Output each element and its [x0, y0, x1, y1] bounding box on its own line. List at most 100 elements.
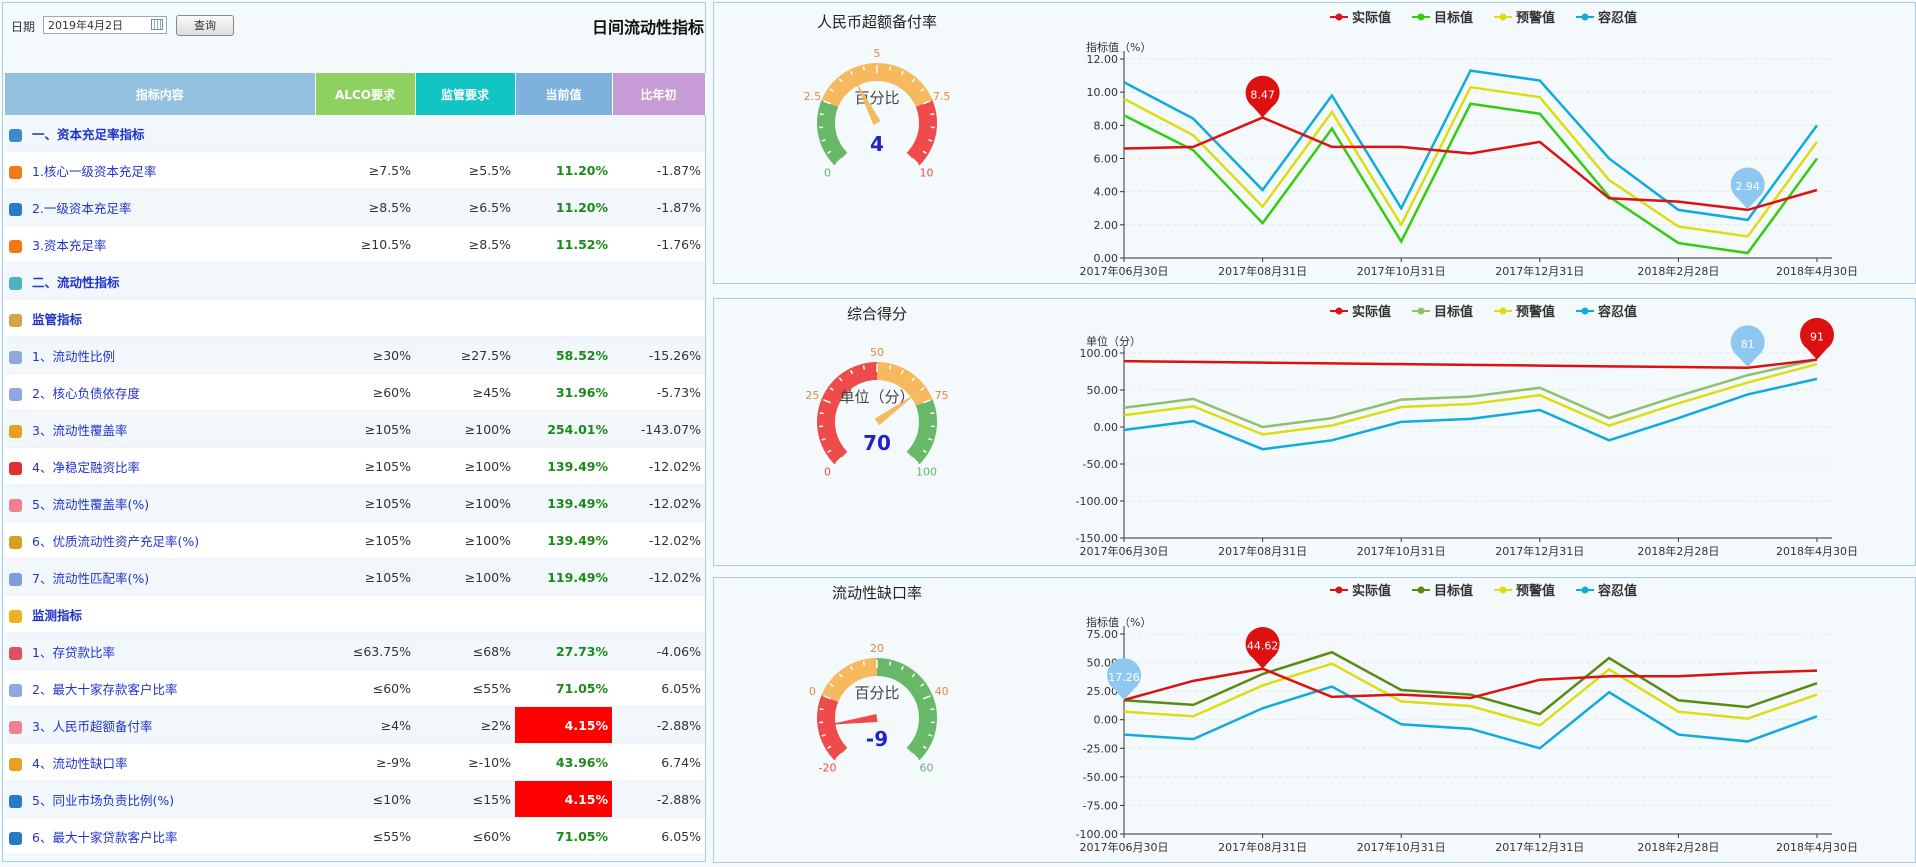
- current-value: 4.15%: [515, 706, 612, 744]
- panel-composite-score: 综合得分 0 25 50 75 100 单位（分） 70 实际值 目标值 预警值 容忍值 单位（分） -1…: [713, 298, 1916, 566]
- legend-item-0[interactable]: 实际值: [1330, 10, 1391, 26]
- gauge-title: 流动性缺口率: [832, 584, 922, 602]
- table-row[interactable]: 1.核心一级资本充足率 ≥7.5% ≥5.5% 11.20% -1.87%: [5, 151, 705, 189]
- legend-label: 目标值: [1434, 10, 1473, 26]
- indicator-name[interactable]: 5、流动性覆盖率(%): [32, 497, 149, 512]
- legend-item-2[interactable]: 预警值: [1494, 304, 1555, 320]
- indicator-name[interactable]: 3.资本充足率: [32, 238, 106, 253]
- x-tick-label: 2018年2月28日: [1637, 840, 1719, 854]
- gauge-band-2: [906, 100, 937, 166]
- alco-value: ≤63.75%: [315, 632, 415, 670]
- x-tick-label: 2018年2月28日: [1637, 264, 1719, 278]
- series-line-0[interactable]: [1123, 116, 1818, 212]
- current-value: 58.52%: [515, 336, 612, 374]
- section-row[interactable]: 监测指标: [5, 595, 705, 633]
- table-row[interactable]: 2、最大十家存款客户比率 ≤60% ≤55% 71.05% 6.05%: [5, 669, 705, 707]
- legend-label: 容忍值: [1597, 304, 1637, 320]
- indicator-name[interactable]: 5、同业市场负责比例(%): [32, 793, 174, 808]
- series-line-2[interactable]: [1123, 362, 1818, 436]
- pin-label: 91: [1810, 331, 1824, 344]
- calendar-icon[interactable]: [151, 19, 163, 30]
- table-row[interactable]: 3、流动性覆盖率 ≥105% ≥100% 254.01% -143.07%: [5, 410, 705, 448]
- edit-icon: [9, 572, 22, 586]
- legend-item-3[interactable]: 容忍值: [1576, 304, 1637, 320]
- indicator-name[interactable]: 4、流动性缺口率: [32, 756, 127, 771]
- indicator-name[interactable]: 2、核心负债依存度: [32, 386, 140, 401]
- y-tick-label: -50.00: [1083, 458, 1118, 471]
- indicator-name-cell: 6、最大十家贷款客户比率: [5, 817, 315, 855]
- gauge-unit-label: 百分比: [854, 684, 899, 702]
- gauge-tick: [888, 661, 892, 666]
- indicator-name[interactable]: 2、最大十家存款客户比率: [32, 682, 177, 697]
- alco-value: ≥7.5%: [315, 151, 415, 189]
- indicator-name[interactable]: 1.核心一级资本充足率: [32, 164, 156, 179]
- series-line-3[interactable]: [1123, 69, 1819, 222]
- indicator-name[interactable]: 1、流动性比例: [32, 349, 115, 364]
- legend-item-2[interactable]: 预警值: [1494, 583, 1555, 599]
- table-row[interactable]: 1、存贷款比率 ≤63.75% ≤68% 27.73% -4.06%: [5, 632, 705, 670]
- table-row[interactable]: 2.一级资本充足率 ≥8.5% ≥6.5% 11.20% -1.87%: [5, 188, 705, 226]
- table-row[interactable]: 5、流动性覆盖率(%) ≥105% ≥100% 139.49% -12.02%: [5, 484, 705, 522]
- alco-value: ≥60%: [315, 373, 415, 411]
- indicator-name[interactable]: 1、存贷款比率: [32, 645, 115, 660]
- table-row[interactable]: 7、流动性匹配率(%) ≥105% ≥100% 119.49% -12.02%: [5, 558, 705, 596]
- table-header-row: 指标内容 ALCO要求 监管要求 当前值 比年初: [5, 73, 706, 115]
- value-pin-marker[interactable]: 81: [1730, 325, 1765, 368]
- table-row[interactable]: 5、同业市场负责比例(%) ≤10% ≤15% 4.15% -2.88%: [5, 780, 705, 818]
- x-tick-label: 2017年08月31日: [1218, 544, 1307, 558]
- table-row[interactable]: 4、净稳定融资比率 ≥105% ≥100% 139.49% -12.02%: [5, 447, 705, 485]
- yoy-change: [612, 115, 705, 152]
- table-row[interactable]: 1、流动性比例 ≥30% ≥27.5% 58.52% -15.26%: [5, 336, 705, 374]
- gauge-tick-label: 2.5: [804, 90, 822, 103]
- indicator-name[interactable]: 2.一级资本充足率: [32, 201, 131, 216]
- series-line-1[interactable]: [1123, 650, 1818, 716]
- table-row[interactable]: 6、优质流动性资产充足率(%) ≥105% ≥100% 139.49% -12.02%: [5, 521, 705, 559]
- legend-marker: [1499, 13, 1507, 21]
- legend-item-0[interactable]: 实际值: [1330, 304, 1391, 320]
- legend-item-1[interactable]: 目标值: [1412, 583, 1473, 599]
- current-value: 71.05%: [515, 669, 612, 707]
- legend-label: 容忍值: [1597, 583, 1637, 599]
- legend-item-0[interactable]: 实际值: [1330, 583, 1391, 599]
- indicator-name[interactable]: 7、流动性匹配率(%): [32, 571, 149, 586]
- table-row[interactable]: 6、最大十家贷款客户比率 ≤55% ≤60% 71.05% 6.05%: [5, 817, 705, 855]
- indicator-name-cell: 二、流动性指标: [5, 262, 315, 300]
- legend-item-2[interactable]: 预警值: [1494, 10, 1555, 26]
- indicator-name[interactable]: 4、净稳定融资比率: [32, 460, 140, 475]
- yoy-change: -12.02%: [612, 447, 705, 485]
- y-tick-label: 8.00: [1094, 119, 1119, 132]
- regulatory-value: ≥100%: [415, 558, 515, 596]
- query-button[interactable]: 查询: [176, 15, 234, 36]
- legend-item-1[interactable]: 目标值: [1412, 304, 1473, 320]
- indicator-name[interactable]: 6、优质流动性资产充足率(%): [32, 534, 199, 549]
- series-line-0[interactable]: [1123, 358, 1818, 370]
- table-row[interactable]: 3、人民币超额备付率 ≥4% ≥2% 4.15% -2.88%: [5, 706, 705, 744]
- current-value: 11.52%: [515, 225, 612, 263]
- indicator-name[interactable]: 3、人民币超额备付率: [32, 719, 152, 734]
- excess-reserve-charts: 人民币超额备付率02.557.510百分比4实际值 目标值 预警值 容忍值指标值（%）…: [804, 10, 1858, 278]
- date-input[interactable]: 2019年4月2日: [43, 16, 167, 34]
- gauge-tick-label: 40: [935, 685, 949, 698]
- legend-item-1[interactable]: 目标值: [1412, 10, 1473, 26]
- section-row[interactable]: 一、资本充足率指标: [5, 115, 705, 152]
- table-row[interactable]: 4、流动性缺口率 ≥-9% ≥-10% 43.96% 6.74%: [5, 743, 705, 781]
- legend-item-3[interactable]: 容忍值: [1576, 583, 1637, 599]
- indicator-name-cell: 1.核心一级资本充足率: [5, 151, 315, 189]
- value-pin-marker[interactable]: 8.47: [1245, 75, 1280, 118]
- regulatory-value: [415, 262, 515, 300]
- column-header-4: 比年初: [612, 73, 706, 115]
- table-row[interactable]: 2、核心负债依存度 ≥60% ≥45% 31.96% -5.73%: [5, 373, 705, 411]
- table-row[interactable]: 3.资本充足率 ≥10.5% ≥8.5% 11.52% -1.76%: [5, 225, 705, 263]
- indicator-name[interactable]: 3、流动性覆盖率: [32, 423, 127, 438]
- users-icon: [9, 831, 22, 845]
- section-row[interactable]: 监管指标: [5, 299, 705, 337]
- y-tick-label: -75.00: [1083, 799, 1118, 812]
- section-row[interactable]: 二、流动性指标: [5, 262, 705, 300]
- indicator-name: 二、流动性指标: [32, 274, 120, 290]
- gauge-band-2: [906, 399, 937, 465]
- indicator-name[interactable]: 6、最大十家贷款客户比率: [32, 830, 177, 845]
- gauge-tick: [888, 365, 892, 370]
- gauge-tick: [930, 412, 935, 415]
- legend-item-3[interactable]: 容忍值: [1576, 10, 1637, 26]
- gauge-tick-label: 10: [919, 166, 933, 179]
